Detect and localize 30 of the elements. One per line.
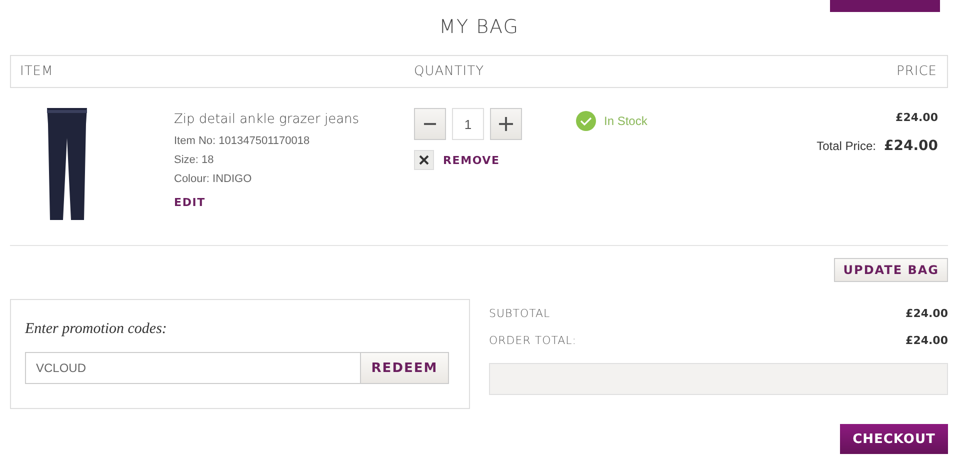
item-number: Item No: 101347501170018	[174, 134, 310, 149]
update-bag-button[interactable]: UPDATE BAG	[834, 258, 948, 282]
summary-value: £24.00	[906, 307, 948, 320]
checkout-button[interactable]: CHECKOUT	[840, 424, 948, 454]
remove-icon[interactable]	[414, 150, 434, 170]
redeem-button[interactable]: REDEEM	[361, 352, 449, 384]
column-header: PRICE	[896, 64, 937, 79]
colour-text: Colour: INDIGO	[174, 172, 252, 187]
promo-code-field[interactable]: VCLOUD	[25, 352, 361, 384]
increase-button[interactable]	[490, 108, 522, 140]
edit-link[interactable]: EDIT	[174, 196, 206, 209]
summary-label: ORDER TOTAL:	[489, 334, 576, 347]
size-text: Size: 18	[174, 153, 214, 168]
product-name[interactable]: Zip detail ankle grazer jeans	[174, 112, 360, 127]
remove-link[interactable]: REMOVE	[443, 154, 500, 166]
promo-label: Enter promotion codes:	[25, 321, 167, 337]
summary-label: SUBTOTAL	[489, 307, 550, 320]
summary-value: £24.00	[906, 334, 948, 347]
plus-icon	[499, 117, 513, 131]
total-price-label: Total Price:	[816, 139, 876, 153]
column-header: QUANTITY	[414, 64, 486, 79]
check-circle-icon	[576, 111, 596, 131]
total-price: £24.00	[884, 138, 938, 154]
column-header: ITEM	[20, 64, 54, 79]
unit-price: £24.00	[896, 111, 938, 124]
decrease-button[interactable]	[414, 108, 446, 140]
minus-icon	[424, 123, 436, 125]
page-title: MY BAG	[439, 15, 519, 40]
stock-status: In Stock	[604, 113, 648, 130]
quantity-field[interactable]: 1	[452, 108, 484, 140]
